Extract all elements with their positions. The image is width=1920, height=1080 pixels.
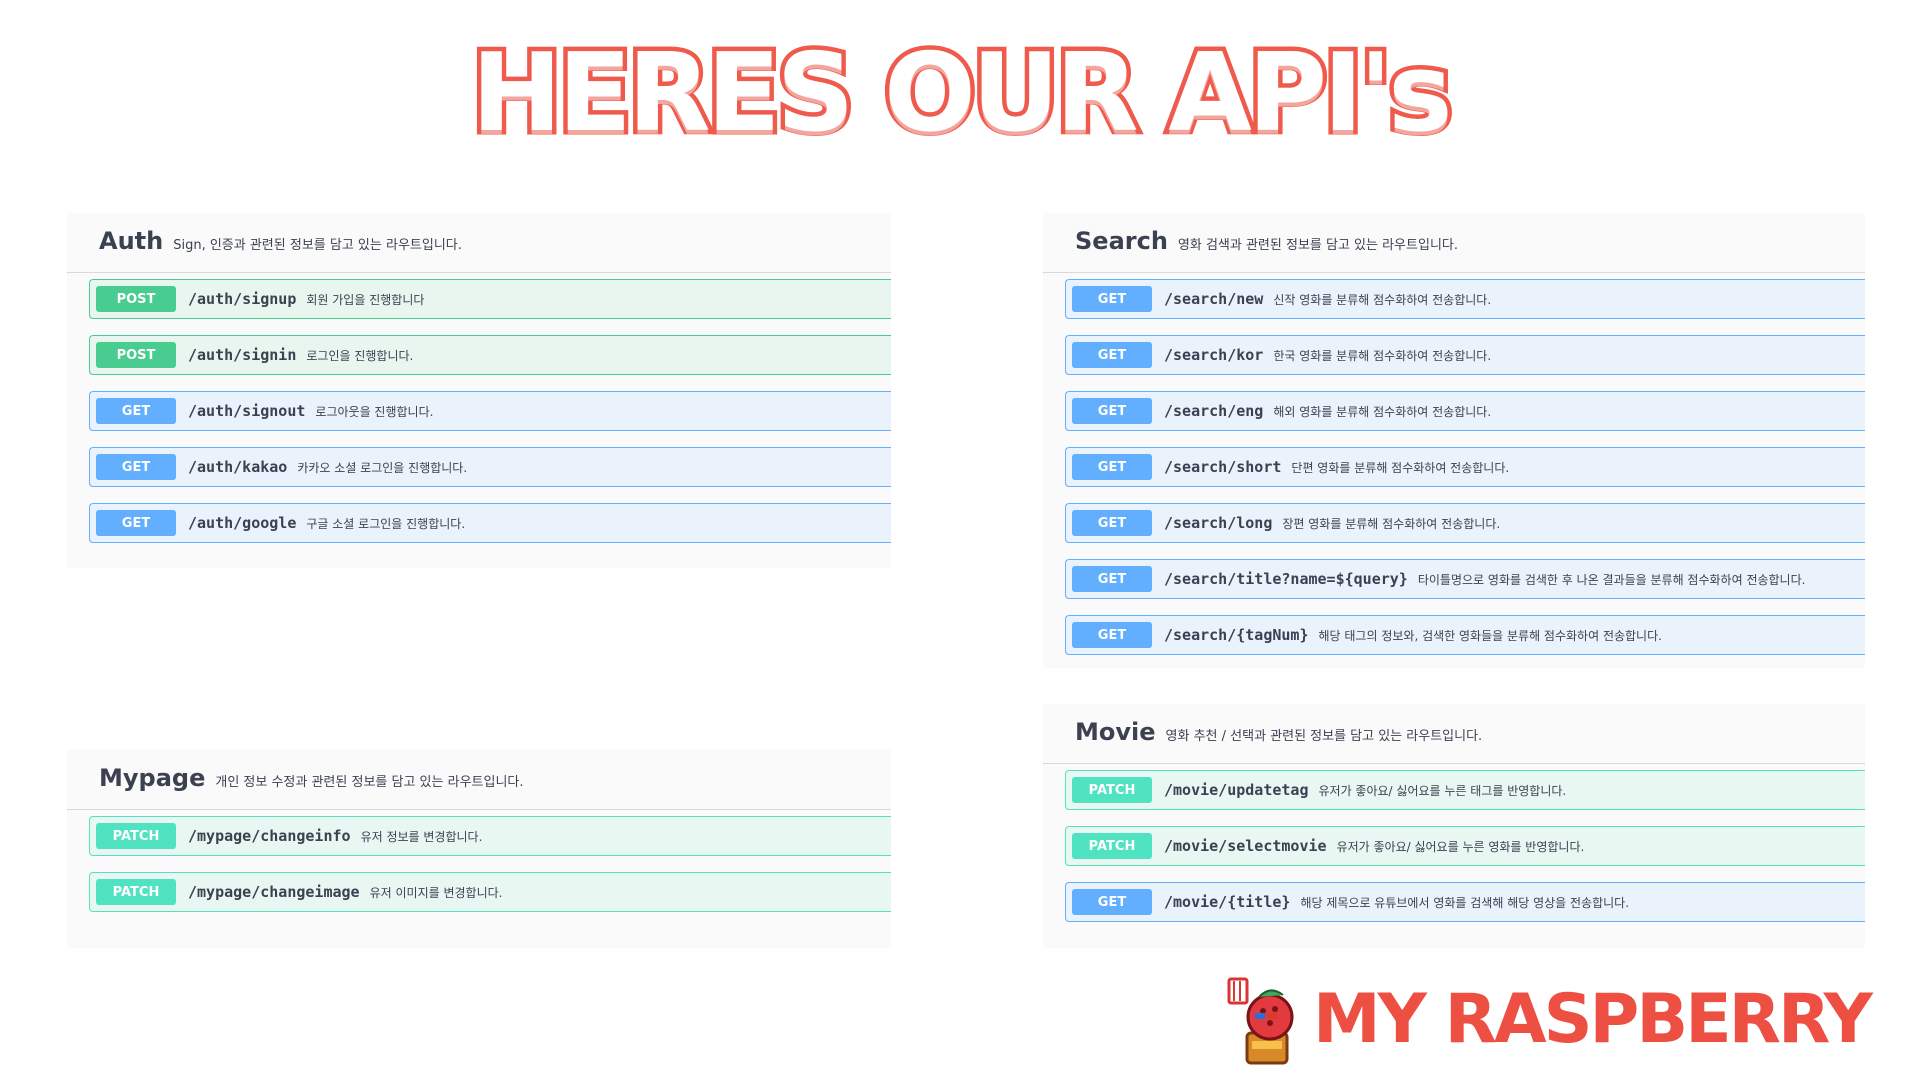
method-badge: GET <box>1072 286 1152 312</box>
panel-description: Sign, 인증과 관련된 정보를 담고 있는 라우트입니다. <box>173 238 462 253</box>
page-title: HERES OUR API's <box>467 31 1457 156</box>
method-badge: PATCH <box>96 823 176 849</box>
method-badge: GET <box>1072 566 1152 592</box>
operation-path: /auth/signup <box>188 290 297 308</box>
method-badge: GET <box>96 510 176 536</box>
operation-search-short[interactable]: GET/search/short 단편 영화를 분류해 점수화하여 전송합니다. <box>1065 447 1865 487</box>
operation-auth-google[interactable]: GET/auth/google 구글 소셜 로그인을 진행합니다. <box>89 503 891 543</box>
method-badge: PATCH <box>1072 777 1152 803</box>
auth-panel-header[interactable]: Auth Sign, 인증과 관련된 정보를 담고 있는 라우트입니다. <box>67 213 891 273</box>
operation-summary: 유저가 좋아요/ 싫어요를 누른 태그를 반영합니다. <box>1318 783 1567 798</box>
operation-path: /movie/selectmovie <box>1164 837 1327 855</box>
operation-summary: 해외 영화를 분류해 점수화하여 전송합니다. <box>1273 404 1492 419</box>
operation-summary: 해당 제목으로 유튜브에서 영화를 검색해 해당 영상을 전송합니다. <box>1300 895 1630 910</box>
panel-title: Mypage <box>99 764 206 792</box>
operation-summary: 해당 태그의 정보와, 검색한 영화들을 분류해 점수화하여 전송합니다. <box>1318 628 1662 643</box>
operation-auth-signout[interactable]: GET/auth/signout 로그아웃을 진행합니다. <box>89 391 891 431</box>
method-badge: POST <box>96 286 176 312</box>
operation-search-kor[interactable]: GET/search/kor 한국 영화를 분류해 점수화하여 전송합니다. <box>1065 335 1865 375</box>
operation-path: /search/title?name=${query} <box>1164 570 1408 588</box>
operation-path: /search/long <box>1164 514 1273 532</box>
method-badge: GET <box>96 454 176 480</box>
operation-summary: 장편 영화를 분류해 점수화하여 전송합니다. <box>1282 516 1501 531</box>
operation-summary: 카카오 소셜 로그인을 진행합니다. <box>297 460 468 475</box>
operation-summary: 신작 영화를 분류해 점수화하여 전송합니다. <box>1273 292 1492 307</box>
method-badge: GET <box>1072 889 1152 915</box>
method-badge: GET <box>1072 510 1152 536</box>
operation-auth-kakao[interactable]: GET/auth/kakao 카카오 소셜 로그인을 진행합니다. <box>89 447 891 487</box>
operation-summary: 로그인을 진행합니다. <box>306 348 414 363</box>
method-badge: GET <box>1072 342 1152 368</box>
operation-summary: 구글 소셜 로그인을 진행합니다. <box>306 516 466 531</box>
operation-path: /movie/updatetag <box>1164 781 1309 799</box>
operation-summary: 유저 정보를 변경합니다. <box>360 829 483 844</box>
method-badge: GET <box>96 398 176 424</box>
operation-summary: 로그아웃을 진행합니다. <box>315 404 434 419</box>
operation-summary: 회원 가입을 진행합니다 <box>306 292 425 307</box>
mypage-panel: Mypage 개인 정보 수정과 관련된 정보를 담고 있는 라우트입니다. P… <box>67 750 891 948</box>
movie-panel: Movie 영화 추천 / 선택과 관련된 정보를 담고 있는 라우트입니다. … <box>1043 704 1865 948</box>
brand-name: MY RASPBERRY <box>1310 980 1877 1059</box>
operation-summary: 한국 영화를 분류해 점수화하여 전송합니다. <box>1273 348 1492 363</box>
operation-path: /mypage/changeinfo <box>188 827 351 845</box>
panel-description: 영화 추천 / 선택과 관련된 정보를 담고 있는 라우트입니다. <box>1165 729 1483 744</box>
panel-description: 영화 검색과 관련된 정보를 담고 있는 라우트입니다. <box>1177 238 1458 253</box>
operation-auth-signin[interactable]: POST/auth/signin 로그인을 진행합니다. <box>89 335 891 375</box>
search-panel: Search 영화 검색과 관련된 정보를 담고 있는 라우트입니다. GET /… <box>1043 213 1865 668</box>
method-badge: GET <box>1072 454 1152 480</box>
operation-path: /search/eng <box>1164 402 1264 420</box>
operation-path: /mypage/changeimage <box>188 883 360 901</box>
method-badge: GET <box>1072 622 1152 648</box>
operation-summary: 유저 이미지를 변경합니다. <box>369 885 503 900</box>
method-badge: GET <box>1072 398 1152 424</box>
operation-summary: 단편 영화를 분류해 점수화하여 전송합니다. <box>1291 460 1510 475</box>
method-badge: PATCH <box>1072 833 1152 859</box>
panel-description: 개인 정보 수정과 관련된 정보를 담고 있는 라우트입니다. <box>215 775 524 790</box>
operation-summary: 유저가 좋아요/ 싫어요를 누른 영화를 반영합니다. <box>1336 839 1585 854</box>
operation-mypage-changeinfo[interactable]: PATCH/mypage/changeinfo 유저 정보를 변경합니다. <box>89 816 891 856</box>
operation-search-eng[interactable]: GET/search/eng 해외 영화를 분류해 점수화하여 전송합니다. <box>1065 391 1865 431</box>
search-panel-header[interactable]: Search 영화 검색과 관련된 정보를 담고 있는 라우트입니다. <box>1043 213 1865 273</box>
panel-title: Search <box>1075 227 1168 255</box>
operation-path: /auth/google <box>188 514 297 532</box>
raspberry-mascot-icon <box>1227 977 1294 1065</box>
operation-path: /search/kor <box>1164 346 1264 364</box>
method-badge: PATCH <box>96 879 176 905</box>
operation-search-new[interactable]: GET/search/new 신작 영화를 분류해 점수화하여 전송합니다. <box>1065 279 1865 319</box>
operation-path: /auth/signout <box>188 402 306 420</box>
operation-auth-signup[interactable]: POST/auth/signup 회원 가입을 진행합니다 <box>89 279 891 319</box>
method-badge: POST <box>96 342 176 368</box>
auth-panel: Auth Sign, 인증과 관련된 정보를 담고 있는 라우트입니다. POS… <box>67 213 891 568</box>
operation-search-title[interactable]: GET/search/title?name=${query} 타이틀명으로 영화를… <box>1065 559 1865 599</box>
operation-path: /movie/{title} <box>1164 893 1291 911</box>
panel-title: Movie <box>1075 718 1156 746</box>
brand-logo: MY RASPBERRY <box>1225 975 1877 1065</box>
operation-search-tagnum[interactable]: GET/search/{tagNum} 해당 태그의 정보와, 검색한 영화들을 … <box>1065 615 1865 655</box>
operation-path: /search/new <box>1164 290 1264 308</box>
operation-summary: 타이틀명으로 영화를 검색한 후 나온 결과들을 분류해 점수화하여 전송합니다… <box>1417 572 1806 587</box>
operation-path: /auth/kakao <box>188 458 288 476</box>
operation-search-long[interactable]: GET/search/long 장편 영화를 분류해 점수화하여 전송합니다. <box>1065 503 1865 543</box>
operation-movie-selectmovie[interactable]: PATCH/movie/selectmovie 유저가 좋아요/ 싫어요를 누른 … <box>1065 826 1865 866</box>
operation-path: /search/short <box>1164 458 1282 476</box>
operation-path: /auth/signin <box>188 346 297 364</box>
operation-movie-title[interactable]: GET/movie/{title} 해당 제목으로 유튜브에서 영화를 검색해 해… <box>1065 882 1865 922</box>
movie-panel-header[interactable]: Movie 영화 추천 / 선택과 관련된 정보를 담고 있는 라우트입니다. <box>1043 704 1865 764</box>
operation-mypage-changeimage[interactable]: PATCH/mypage/changeimage 유저 이미지를 변경합니다. <box>89 872 891 912</box>
panel-title: Auth <box>99 227 164 255</box>
operation-path: /search/{tagNum} <box>1164 626 1309 644</box>
operation-movie-updatetag[interactable]: PATCH/movie/updatetag 유저가 좋아요/ 싫어요를 누른 태그… <box>1065 770 1865 810</box>
mypage-panel-header[interactable]: Mypage 개인 정보 수정과 관련된 정보를 담고 있는 라우트입니다. <box>67 750 891 810</box>
